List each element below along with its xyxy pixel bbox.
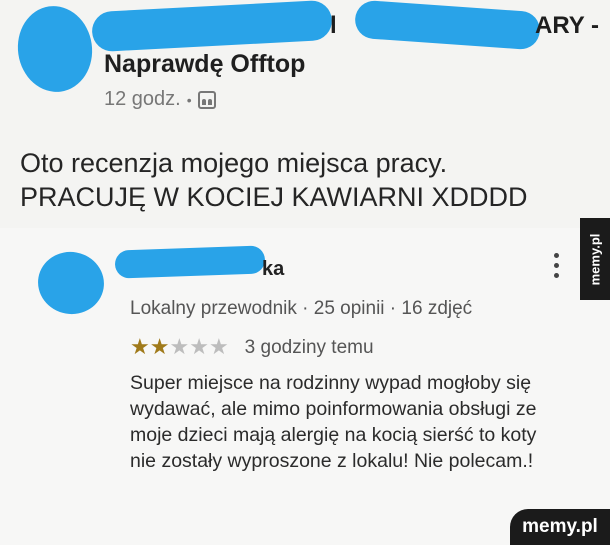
post-author-name[interactable]: l: [330, 12, 337, 40]
post-meta: 12 godz. •: [104, 88, 216, 111]
watermark-bottom: memy.pl: [510, 509, 610, 545]
post-text: Oto recenzja mojego miejsca pracy. PRACU…: [20, 146, 528, 214]
post-author-name-tail[interactable]: ARY -: [535, 12, 599, 40]
review-time: 3 godziny temu: [244, 337, 374, 358]
screenshot: l ARY - Naprawdę Offtop 12 godz. • Oto r…: [0, 0, 610, 545]
redaction-scribble: [353, 0, 542, 51]
star-empty-icon: ★: [208, 334, 229, 359]
meta-separator: •: [186, 91, 192, 108]
star-rating: ★★★★★: [130, 336, 229, 360]
group-name-link[interactable]: Naprawdę Offtop: [104, 50, 305, 79]
post-avatar-redacted[interactable]: [12, 1, 98, 97]
group-icon: [197, 90, 216, 109]
redaction-scribble: [114, 245, 266, 279]
star-empty-icon: ★: [169, 334, 190, 359]
more-vertical-icon[interactable]: [546, 250, 566, 280]
star-filled-icon: ★: [130, 334, 150, 359]
reviewer-name[interactable]: ka: [262, 258, 284, 281]
post-time[interactable]: 12 godz.: [104, 88, 181, 111]
watermark-side: memy.pl: [580, 218, 610, 300]
review-text: Super miejsce na rodzinny wypad mogłoby …: [130, 372, 537, 472]
post-text-line-1: Oto recenzja mojego miejsca pracy.: [20, 148, 448, 178]
rating-row: ★★★★★ 3 godziny temu: [130, 336, 374, 360]
reviewer-meta: Lokalny przewodnik · 25 opinii · 16 zdję…: [130, 298, 473, 319]
star-empty-icon: ★: [189, 334, 209, 359]
post-text-line-2: PRACUJĘ W KOCIEJ KAWIARNI XDDDD: [20, 182, 528, 212]
star-filled-icon: ★: [149, 334, 170, 359]
redaction-scribble: [91, 0, 333, 53]
